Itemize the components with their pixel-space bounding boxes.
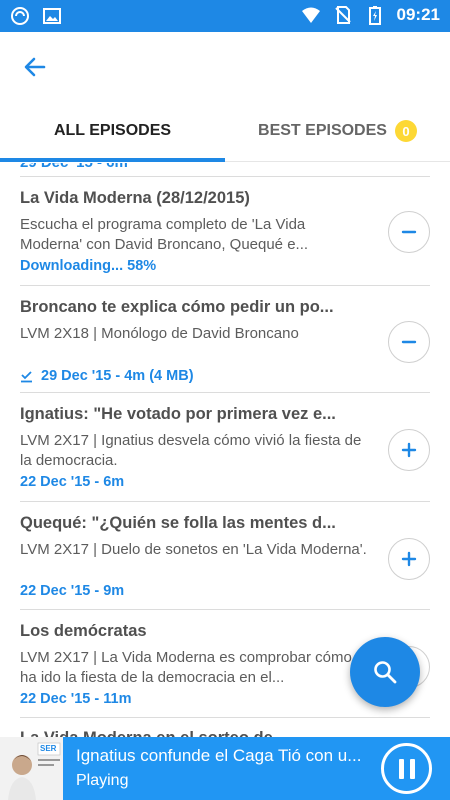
episode-thumbnail: SER [0,737,63,800]
episode-description: LVM 2X18 | Monólogo de David Broncano [20,325,299,342]
plus-icon [401,442,417,458]
search-icon [374,661,397,684]
tab-label: ALL EPISODES [53,122,172,139]
thumbnail-text: SER [40,744,57,753]
pause-icon [399,759,415,779]
image-icon [43,8,61,24]
episode-description: LVM 2X17 | La Vida Moderna es comprobar … [20,649,352,686]
episode-date: 22 Dec '15 - 6m [20,474,125,490]
episode-title: Los demócratas [20,622,147,640]
episode-meta: 22 Dec '15 - 6m [20,474,124,490]
divider [20,285,430,286]
battery-charging-icon [368,6,381,25]
status-bar: 09:21 [0,0,450,32]
episode-description: LVM 2X17 | Duelo de sonetos en 'La Vida … [20,541,367,558]
add-button[interactable] [388,429,430,471]
tab-best-episodes[interactable]: BEST EPISODES 0 [225,100,450,162]
divider [20,392,430,393]
divider [20,717,430,718]
tab-indicator [0,158,225,162]
episode-title: Quequé: "¿Quién se folla las mentes d... [20,514,336,532]
add-button[interactable] [388,538,430,580]
episode-date: 22 Dec '15 - 11m [20,691,132,707]
now-playing-title: Ignatius confunde el Caga Tió con u... [76,746,362,765]
divider [20,501,430,502]
pause-button[interactable] [381,743,432,794]
count-badge: 0 [394,120,417,142]
tab-label: BEST EPISODES [258,122,387,139]
divider [20,176,430,177]
now-playing-bar[interactable]: SER Ignatius confunde el Caga Tió con u.… [0,737,450,800]
back-arrow-icon [24,57,46,77]
app-bar [0,32,450,100]
episode-description: Escucha el programa completo de 'La Vida… [20,216,309,253]
wifi-icon [301,7,320,23]
back-button[interactable] [18,50,52,84]
episode-title: Broncano te explica cómo pedir un po... [20,298,334,316]
app-logo-icon [11,7,29,25]
episode-date: 29 Dec '15 - 4m (4 MB) [41,368,194,384]
list-item-meta: 29 Dec '15 - 6m [20,163,128,171]
episode-title: La Vida Moderna en el sorteo de... [20,729,340,737]
status-time: 09:21 [396,5,440,24]
download-progress: Downloading... 58% [20,258,156,274]
minus-icon [401,340,417,344]
tab-all-episodes[interactable]: ALL EPISODES [0,100,225,162]
episode-meta: 22 Dec '15 - 11m [20,691,131,707]
search-fab[interactable] [350,637,420,707]
episode-title: La Vida Moderna (28/12/2015) [20,189,250,207]
episode-description: LVM 2X17 | Ignatius desvela cómo vivió l… [20,432,362,469]
plus-icon [401,551,417,567]
remove-button[interactable] [388,321,430,363]
episode-title: Ignatius: "He votado por primera vez e..… [20,405,336,423]
episode-meta: 22 Dec '15 - 9m [20,583,124,599]
no-sim-icon [334,6,351,24]
remove-button[interactable] [388,211,430,253]
now-playing-status: Playing [76,772,129,789]
minus-icon [401,230,417,234]
divider [20,609,430,610]
download-progress-text: Downloading... 58% [20,258,157,274]
tab-bar: ALL EPISODES BEST EPISODES 0 [0,100,450,162]
download-done-icon [21,370,32,382]
episode-date: 22 Dec '15 - 9m [20,583,125,599]
episode-meta: 29 Dec '15 - 4m (4 MB) [20,368,194,384]
